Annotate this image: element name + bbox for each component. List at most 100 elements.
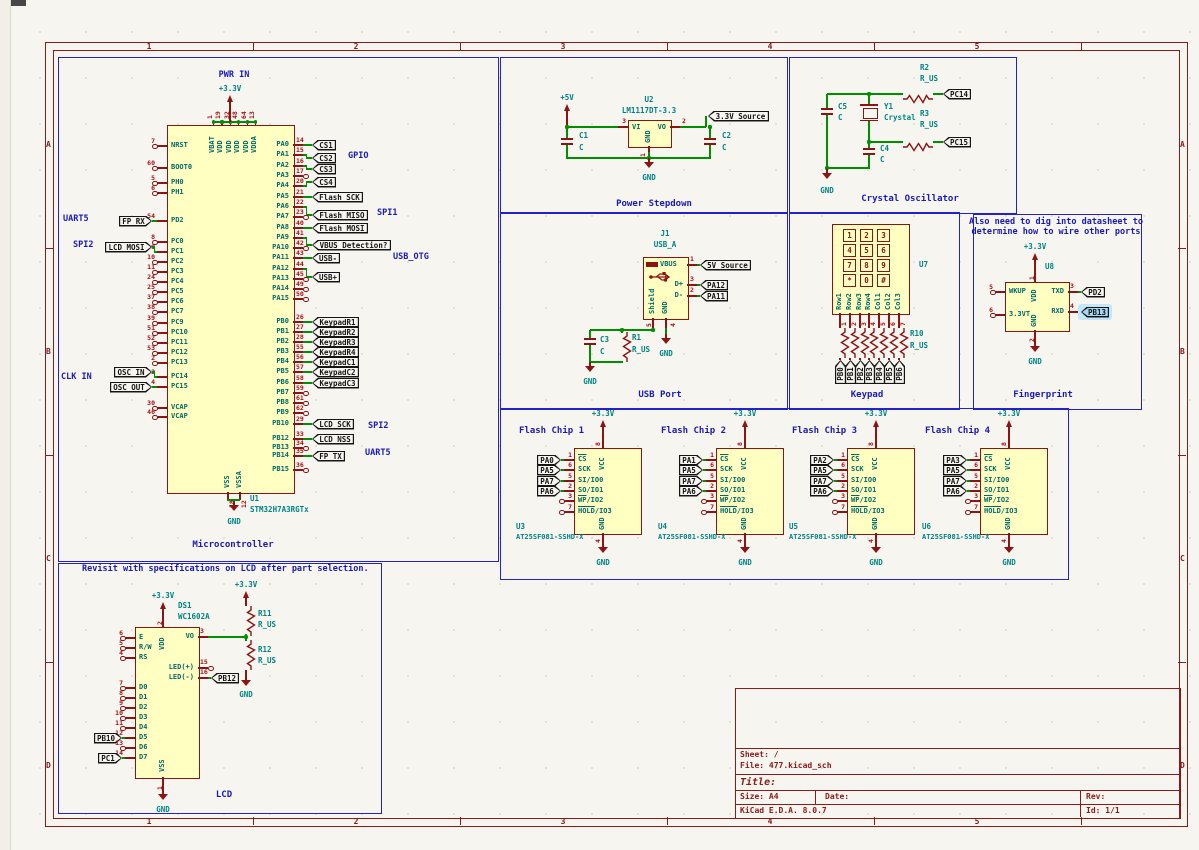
keypad-key-7[interactable]: 7	[843, 259, 856, 272]
global-label-cs1[interactable]: CS1	[312, 140, 336, 151]
wire-segment[interactable]	[303, 423, 312, 424]
reference-designator[interactable]: C1	[579, 132, 588, 140]
component-value[interactable]: WC1602A	[178, 613, 210, 621]
reference-designator[interactable]: R2	[920, 64, 929, 72]
component-value[interactable]: R_US	[632, 346, 650, 354]
ground-symbol[interactable]	[740, 547, 750, 553]
component-value[interactable]: STM32H7A3RGTx	[250, 506, 309, 514]
wire-segment[interactable]	[303, 196, 312, 197]
wire-segment[interactable]	[306, 181, 312, 182]
wire-segment[interactable]	[967, 480, 970, 481]
component-value[interactable]: AT25SF081-SSHD-X	[658, 534, 725, 541]
wire-segment[interactable]	[122, 757, 125, 758]
resistor[interactable]	[874, 328, 884, 358]
global-label-pb5[interactable]: PB5	[884, 360, 895, 384]
resistor[interactable]	[617, 332, 627, 362]
wire-segment[interactable]	[967, 490, 970, 491]
reference-designator[interactable]: U4	[658, 523, 667, 531]
wire-segment[interactable]	[834, 469, 837, 470]
global-label-pc1[interactable]: PC1	[98, 753, 122, 764]
component-value[interactable]: C	[579, 144, 584, 152]
global-label-cs4[interactable]: CS4	[312, 177, 336, 188]
global-label-lcd-sck[interactable]: LCD SCK	[312, 419, 354, 430]
reference-designator[interactable]: U5	[789, 523, 798, 531]
global-label-pb13[interactable]: PB13	[1081, 307, 1109, 318]
resistor[interactable]	[241, 640, 251, 670]
bus-annotation[interactable]: SPI1	[377, 209, 397, 218]
wire-segment[interactable]	[306, 168, 312, 169]
global-label-pb0[interactable]: PB0	[835, 360, 846, 384]
wire-segment[interactable]	[680, 126, 706, 127]
reference-designator[interactable]: R11	[258, 610, 272, 618]
resistor[interactable]	[903, 89, 933, 99]
keypad-key-3[interactable]: 3	[877, 229, 890, 242]
text-note[interactable]: PWR IN	[219, 71, 250, 80]
global-label-lcd-mosi[interactable]: LCD MOSI	[105, 242, 152, 253]
wire-segment[interactable]	[303, 331, 312, 332]
global-label-flash-miso[interactable]: Flash MISO	[312, 210, 368, 221]
component-value[interactable]: Crystal	[884, 114, 916, 122]
power-symbol[interactable]	[875, 426, 876, 438]
global-label-pb3[interactable]: PB3	[864, 360, 875, 384]
wire-segment[interactable]	[208, 636, 246, 637]
resistor[interactable]	[835, 328, 845, 358]
global-label-lcd-nss[interactable]: LCD NSS	[312, 434, 354, 445]
text-note[interactable]: Revisit with specifications on LCD after…	[82, 565, 369, 574]
reference-designator[interactable]: Y1	[884, 103, 893, 111]
global-label-pb12[interactable]: PB12	[211, 673, 239, 684]
global-label-vbus-detection-[interactable]: VBUS Detection?	[312, 240, 391, 251]
power-symbol[interactable]	[245, 597, 246, 606]
wire-segment[interactable]	[561, 469, 564, 470]
power-symbol[interactable]	[162, 608, 163, 617]
wire-segment[interactable]	[303, 361, 312, 362]
keypad-key-8[interactable]: 8	[860, 259, 873, 272]
component-value[interactable]: C	[600, 348, 605, 356]
reference-designator[interactable]: C2	[722, 132, 731, 140]
component-value[interactable]: C	[722, 144, 727, 152]
bus-annotation[interactable]: GPIO	[348, 152, 368, 161]
wire-segment[interactable]	[705, 116, 706, 127]
reference-designator[interactable]: R10	[910, 330, 924, 338]
global-label-pa6[interactable]: PA6	[679, 486, 703, 497]
bus-annotation[interactable]: UART5	[63, 215, 89, 224]
wire-segment[interactable]	[703, 490, 706, 491]
component-value[interactable]: USB_A	[654, 241, 677, 249]
wire-segment[interactable]	[303, 341, 312, 342]
wire-segment[interactable]	[152, 386, 157, 387]
reference-designator[interactable]: C3	[600, 336, 609, 344]
global-label-keypadc3[interactable]: KeypadC3	[312, 378, 359, 389]
global-label-pa6[interactable]: PA6	[537, 486, 561, 497]
global-label-pa5[interactable]: PA5	[810, 465, 834, 476]
section-box-lcd[interactable]	[58, 563, 382, 814]
global-label-cs3[interactable]: CS3	[312, 164, 336, 175]
reference-designator[interactable]: U3	[516, 523, 525, 531]
global-label-pa11[interactable]: PA11	[700, 291, 728, 302]
keypad-key-5[interactable]: 5	[860, 244, 873, 257]
wire-segment[interactable]	[834, 480, 837, 481]
wire-segment[interactable]	[303, 351, 312, 352]
power-symbol[interactable]	[229, 101, 230, 122]
keypad-key-*[interactable]: *	[843, 274, 856, 287]
bus-annotation[interactable]: SPI2	[73, 241, 93, 250]
global-label-pa5[interactable]: PA5	[943, 465, 967, 476]
ground-symbol[interactable]	[598, 547, 608, 553]
global-label-usb+[interactable]: USB+	[312, 272, 340, 283]
wire-segment[interactable]	[561, 480, 564, 481]
global-label-fp-tx[interactable]: FP TX	[312, 451, 345, 462]
text-note[interactable]: determine how to wire other ports	[972, 228, 1141, 237]
global-label-pa6[interactable]: PA6	[943, 486, 967, 497]
crystal[interactable]	[860, 104, 878, 106]
wire-segment[interactable]	[827, 167, 870, 168]
resistor[interactable]	[241, 606, 251, 636]
wire-segment[interactable]	[303, 144, 312, 145]
global-label-osc-out[interactable]: OSC OUT	[110, 382, 152, 393]
component-value[interactable]: AT25SF081-SSHD-X	[922, 534, 989, 541]
bus-annotation[interactable]: SPI2	[368, 422, 388, 431]
resistor[interactable]	[864, 328, 874, 358]
component-value[interactable]: C	[838, 114, 843, 122]
wire-segment[interactable]	[589, 345, 590, 362]
wire-segment[interactable]	[303, 438, 312, 439]
component-value[interactable]: R_US	[920, 121, 938, 129]
component-value[interactable]: R_US	[910, 342, 928, 350]
reference-designator[interactable]: U2	[644, 96, 653, 104]
